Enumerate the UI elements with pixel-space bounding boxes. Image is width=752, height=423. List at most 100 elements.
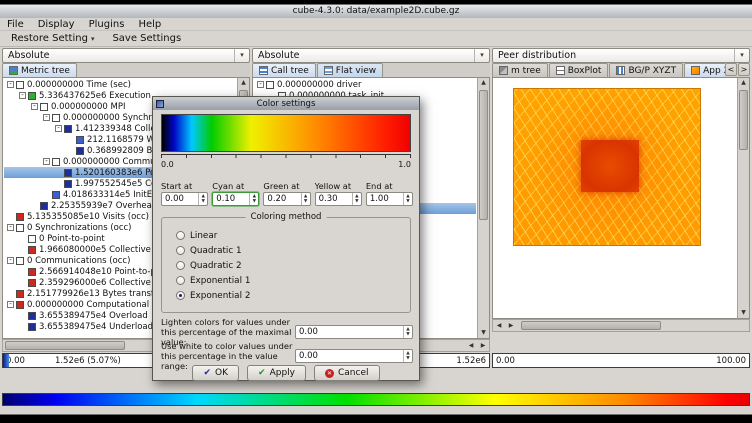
spin-down-icon[interactable]: ▼	[304, 199, 307, 204]
spin-value: 0.00	[165, 194, 198, 204]
spin-down-icon[interactable]: ▼	[406, 199, 409, 204]
radio-button-icon[interactable]	[176, 276, 185, 285]
radio-button-icon[interactable]	[176, 291, 185, 300]
anchor-spinbox[interactable]: 0.10▲▼	[212, 192, 259, 206]
spin-arrows[interactable]: ▲▼	[403, 193, 412, 205]
topology-heatmap[interactable]	[513, 88, 701, 246]
metric-tabbar: Metric tree	[2, 63, 250, 78]
tab-call-tree[interactable]: Call tree	[252, 63, 316, 77]
anchor-spinbox[interactable]: 0.20▲▼	[263, 192, 310, 206]
radio-quadratic-1[interactable]: Quadratic 1	[176, 243, 250, 258]
save-settings-button[interactable]: Save Settings	[108, 32, 185, 45]
tree-expander-icon[interactable]: -	[31, 103, 38, 110]
spin-value: 0.00	[299, 351, 403, 361]
tree-expander-icon[interactable]: -	[257, 81, 264, 88]
chevron-down-icon: ▾	[234, 49, 249, 62]
severity-color-box-icon	[76, 136, 84, 144]
spin-down-icon[interactable]: ▼	[355, 199, 358, 204]
tree-item-label: 2.359296000e6 Collective	[39, 278, 151, 288]
spin-down-icon[interactable]: ▼	[253, 199, 256, 204]
tab-scroll-right-button[interactable]: >	[738, 63, 750, 76]
radio-exponential-2[interactable]: Exponential 2	[176, 288, 250, 303]
scroll-down-icon[interactable]: ▼	[478, 328, 489, 338]
cancel-button[interactable]: ✕ Cancel	[314, 365, 380, 381]
anchor-spinbox[interactable]: 0.30▲▼	[315, 192, 362, 206]
strip-selected-value: 1.52e6 (5.07%)	[55, 356, 121, 366]
radio-button-icon[interactable]	[176, 246, 185, 255]
tab-system-tree[interactable]: m tree	[492, 63, 548, 77]
radio-label: Exponential 1	[190, 276, 250, 286]
tab-scroll-buttons: < >	[725, 63, 750, 77]
menu-display[interactable]: Display	[31, 18, 82, 31]
tree-expander-icon[interactable]: -	[7, 81, 14, 88]
tree-expander-icon[interactable]: -	[7, 301, 14, 308]
tree-expander-icon[interactable]: -	[43, 114, 50, 121]
radio-button-icon[interactable]	[176, 231, 185, 240]
tree-item[interactable]: -0.000000000 driver	[254, 79, 476, 90]
dialog-titlebar[interactable]: Color settings	[153, 97, 419, 110]
severity-color-box-icon	[64, 169, 72, 177]
menu-file[interactable]: File	[0, 18, 31, 31]
scroll-right-icon[interactable]: ▶	[505, 320, 517, 331]
tree-item[interactable]: -0.000000000 Time (sec)	[4, 79, 236, 90]
scroll-left-icon[interactable]: ◀	[493, 320, 505, 331]
severity-color-box-icon	[16, 224, 24, 232]
color-anchor-spinboxes: Start at0.00▲▼Cyan at0.10▲▼Green at0.20▲…	[161, 181, 413, 206]
system-vertical-scrollbar[interactable]: ▲ ▼	[737, 78, 749, 318]
menu-help[interactable]: Help	[131, 18, 168, 31]
call-value-mode-combo[interactable]: Absolute ▾	[252, 48, 490, 63]
tree-expander-icon[interactable]: -	[7, 224, 14, 231]
spin-down-icon[interactable]: ▼	[201, 199, 204, 204]
metric-value-mode-combo[interactable]: Absolute ▾	[2, 48, 250, 63]
menu-plugins[interactable]: Plugins	[82, 18, 132, 31]
scroll-right-icon[interactable]: ▶	[477, 340, 489, 351]
white-spinbox[interactable]: 0.00 ▲ ▼	[295, 349, 413, 363]
tree-expander-icon[interactable]: -	[43, 158, 50, 165]
spin-down-icon[interactable]: ▼	[406, 332, 409, 337]
severity-color-box-icon	[28, 235, 36, 243]
call-vertical-scrollbar[interactable]: ▲ ▼	[477, 78, 489, 338]
system-horizontal-scrollbar[interactable]: ◀ ▶	[492, 319, 750, 332]
scrollbar-thumb[interactable]	[5, 341, 125, 350]
spin-down-icon[interactable]: ▼	[406, 356, 409, 361]
scroll-down-icon[interactable]: ▼	[738, 308, 749, 318]
tab-app[interactable]: App 256x256	[684, 63, 725, 77]
tree-indent	[31, 202, 38, 209]
system-value-mode-combo[interactable]: Peer distribution ▾	[492, 48, 750, 63]
spin-arrows[interactable]: ▲ ▼	[403, 326, 412, 338]
scrollbar-thumb[interactable]	[739, 90, 748, 150]
scroll-up-icon[interactable]: ▲	[478, 78, 489, 88]
color-legend-bar	[2, 393, 750, 406]
radio-exponential-1[interactable]: Exponential 1	[176, 273, 250, 288]
tab-grid[interactable]: BG/P XYZT	[609, 63, 683, 77]
tree-expander-icon[interactable]: -	[55, 125, 62, 132]
tab-flat-view[interactable]: Flat view	[317, 63, 383, 77]
radio-quadratic-2[interactable]: Quadratic 2	[176, 258, 250, 273]
spin-arrows[interactable]: ▲▼	[301, 193, 310, 205]
scroll-up-icon[interactable]: ▲	[238, 78, 249, 88]
scrollbar-thumb[interactable]	[521, 321, 661, 330]
scroll-left-icon[interactable]: ◀	[465, 340, 477, 351]
scrollbar-thumb[interactable]	[479, 90, 488, 220]
tree-expander-icon[interactable]: -	[19, 92, 26, 99]
spin-arrows[interactable]: ▲ ▼	[403, 350, 412, 362]
spin-value: 0.20	[267, 194, 300, 204]
anchor-spinbox[interactable]: 1.00▲▼	[366, 192, 413, 206]
radio-button-icon[interactable]	[176, 261, 185, 270]
spin-arrows[interactable]: ▲▼	[352, 193, 361, 205]
tree-indent	[67, 136, 74, 143]
radio-linear[interactable]: Linear	[176, 228, 250, 243]
window-titlebar[interactable]: cube-4.3.0: data/example2D.cube.gz	[0, 5, 752, 18]
ok-button[interactable]: ✔ OK	[192, 365, 239, 381]
tab-scroll-left-button[interactable]: <	[725, 63, 737, 76]
spin-arrows[interactable]: ▲▼	[198, 193, 207, 205]
lighten-spinbox[interactable]: 0.00 ▲ ▼	[295, 325, 413, 339]
anchor-spinbox[interactable]: 0.00▲▼	[161, 192, 208, 206]
spin-arrows[interactable]: ▲▼	[249, 193, 258, 205]
restore-setting-button[interactable]: Restore Setting ▾	[7, 32, 98, 45]
scroll-up-icon[interactable]: ▲	[738, 78, 749, 88]
tab-metric-tree[interactable]: Metric tree	[2, 63, 77, 77]
tree-expander-icon[interactable]: -	[7, 257, 14, 264]
apply-button[interactable]: ✔ Apply	[247, 365, 306, 381]
tab-boxplot[interactable]: BoxPlot	[549, 63, 609, 77]
